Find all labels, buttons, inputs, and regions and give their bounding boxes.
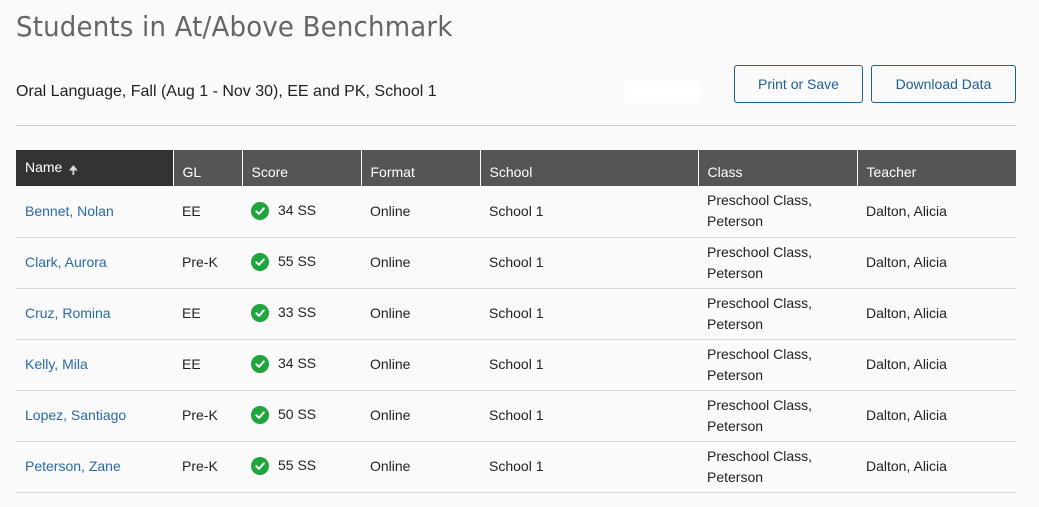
score-value: 34 SS [278, 202, 317, 218]
cell-school: School 1 [480, 288, 698, 340]
cell-format: Online [361, 186, 480, 238]
score-value: 55 SS [278, 253, 317, 270]
cell-format: Online [361, 288, 480, 340]
check-circle-icon [251, 303, 269, 322]
report-subtitle: Oral Language, Fall (Aug 1 - Nov 30), EE… [16, 83, 437, 100]
table-row: Lopez, Santiago Pre-K 50 SS Online School 1P… [16, 390, 1016, 442]
cell-gl: EE [173, 186, 242, 238]
score-value: 34 SS [278, 355, 317, 372]
cell-score: 34 SS [242, 186, 361, 238]
cell-teacher: Dalton, Alicia [857, 288, 1016, 340]
print-or-save-button[interactable]: Print or Save [734, 65, 863, 103]
column-header-class[interactable]: Class [697, 150, 857, 186]
table-header-row: Name 🠉 GL Score Format School Class Teach… [16, 150, 1016, 186]
cell-score: 55 SS [242, 441, 361, 493]
table-row: Clark, Aurora Pre-K 55 SS Online School 1 Pre… [16, 237, 1016, 289]
check-circle-icon [251, 405, 269, 424]
student-name-link[interactable]: Bennet, Nolan [25, 203, 114, 219]
cell-name: Lopez, Santiago [16, 390, 173, 442]
column-header-school[interactable]: School [479, 150, 698, 186]
cell-gl: Pre-K [173, 441, 242, 493]
cell-format: Online [361, 339, 480, 391]
check-circle-icon [251, 252, 269, 271]
table-row: Cruz, Romina EE 33 SS Online School 1 Prescho… [16, 288, 1016, 340]
cell-score: 34 SS [242, 339, 361, 391]
student-name-link[interactable]: Clark, Aurora [25, 254, 107, 270]
cell-name: Peterson, Zane [16, 441, 173, 493]
score-value: 33 SS [278, 304, 317, 321]
cell-gl: EE [173, 288, 242, 340]
cell-format: Online [361, 237, 480, 289]
page-title: Students in At/Above Benchmark [16, 10, 453, 43]
cell-score: 55 SS [242, 237, 361, 289]
cell-name: Clark, Aurora [16, 237, 173, 289]
cell-teacher: Dalton, Alicia [857, 441, 1016, 493]
cell-name: Kelly, Mila [16, 339, 173, 391]
cell-teacher: Dalton, Alicia [857, 237, 1016, 289]
cell-class: Preschool Class, Peterson [698, 441, 857, 493]
score-value: 50 SS [278, 406, 317, 423]
cell-gl: Pre-K [173, 237, 242, 289]
cell-name: Cruz, Romina [16, 288, 173, 340]
download-data-button[interactable]: Download Data [871, 65, 1016, 103]
column-header-format[interactable]: Format [360, 150, 480, 186]
cell-teacher: Dalton, Alicia [857, 390, 1016, 442]
cell-school: School 1 [480, 441, 698, 493]
cell-score: 33 SS [242, 288, 361, 340]
score-value: 55 SS [278, 457, 317, 474]
check-circle-icon [251, 354, 269, 373]
column-header-name[interactable]: Name 🠉 [16, 150, 173, 186]
column-header-score[interactable]: Score [241, 150, 361, 186]
cell-teacher: Dalton, Alicia [857, 186, 1016, 238]
students-table: Name 🠉 GL Score Format School Class Teach… [16, 150, 1016, 493]
column-header-teacher[interactable]: Teacher [856, 150, 1016, 186]
arrow-up-icon: 🠉 [68, 163, 79, 177]
table-row: Bennet, Nolan EE 34 SS Online School 1 Presch… [16, 186, 1016, 238]
cell-gl: EE [173, 339, 242, 391]
student-name-link[interactable]: Cruz, Romina [25, 305, 111, 321]
cell-class: Preschool Class, Peterson [698, 288, 857, 340]
table-row: Kelly, Mila EE 34 SS Online School 1 Preschoo… [16, 339, 1016, 391]
cell-class: Preschool Class, Peterson [698, 390, 857, 442]
cell-teacher: Dalton, Alicia [857, 339, 1016, 391]
cell-format: Online [361, 390, 480, 442]
cell-school: School 1 [480, 237, 698, 289]
cell-class: Preschool Class, Peterson [698, 186, 857, 238]
cell-gl: Pre-K [173, 390, 242, 442]
check-circle-icon [251, 201, 269, 220]
table-row: Peterson, Zane Pre-K 55 SS Online School 1 Pr… [16, 441, 1016, 493]
student-name-link[interactable]: Peterson, Zane [25, 458, 121, 474]
cell-school: School 1 [480, 186, 698, 238]
column-header-gl[interactable]: GL [172, 150, 242, 186]
cell-score: 50 SS [242, 390, 361, 442]
cell-class: Preschool Class, Peterson [698, 237, 857, 289]
column-header-label: Name [25, 159, 63, 175]
header-divider [16, 125, 1016, 126]
cell-school: School 1 [480, 339, 698, 391]
student-name-link[interactable]: Lopez, Santiago [25, 407, 126, 423]
cell-format: Online [361, 441, 480, 493]
check-circle-icon [251, 456, 269, 475]
blank-placeholder [625, 81, 700, 103]
cell-name: Bennet, Nolan [16, 186, 173, 238]
student-name-link[interactable]: Kelly, Mila [25, 356, 88, 372]
cell-class: Preschool Class, Peterson [698, 339, 857, 391]
cell-school: School 1 [480, 390, 698, 442]
